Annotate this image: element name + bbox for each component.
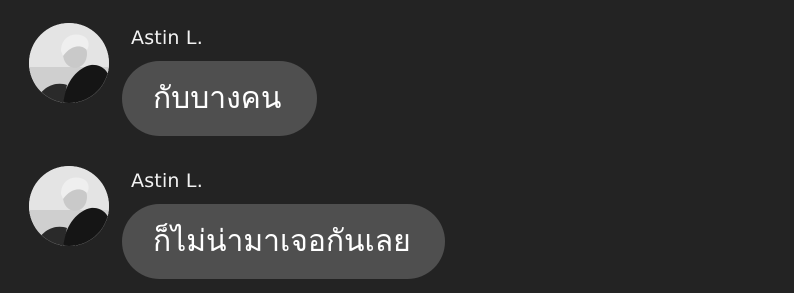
user-photo-avatar-icon [29,166,109,246]
avatar[interactable] [29,166,109,246]
sender-name: Astin L. [131,27,203,49]
user-photo-avatar-icon [29,23,109,103]
avatar[interactable] [29,23,109,103]
message-bubble[interactable]: ก็ไม่น่ามาเจอกันเลย [122,204,445,279]
message-text: กับบางคน [153,80,282,116]
message-bubble[interactable]: กับบางคน [122,61,317,136]
sender-name: Astin L. [131,170,203,192]
message-text: ก็ไม่น่ามาเจอกันเลย [153,223,411,259]
